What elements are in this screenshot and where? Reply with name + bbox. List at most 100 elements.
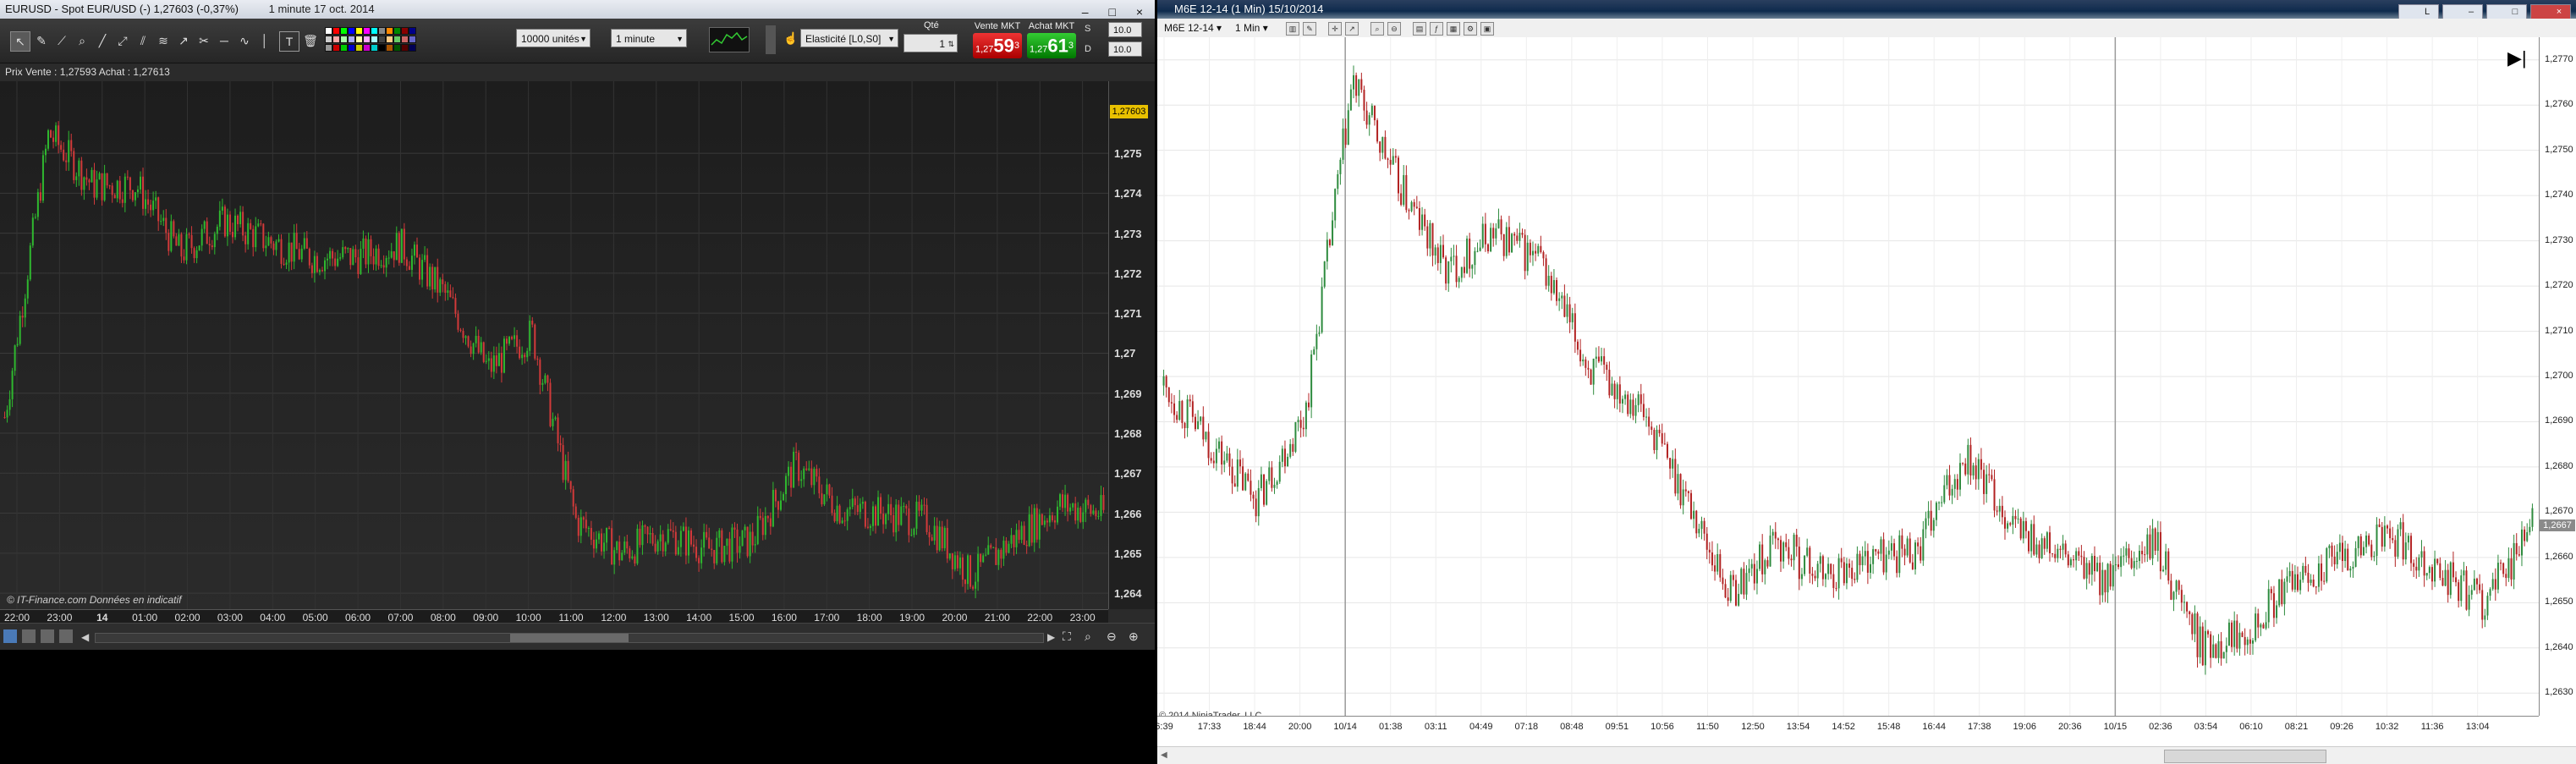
hand-icon[interactable]: ☝	[782, 29, 800, 47]
left-price-axis[interactable]: 1,275 1,274 1,273 1,272 1,271 1,27 1,269 1,268 1…	[1108, 81, 1155, 609]
scroll-right-icon[interactable]: ▶	[1047, 631, 1055, 643]
right-time-axis[interactable]: 6:39 17:33 18:44 20:00 10/14 01:38 03:11 04:49 0…	[1157, 716, 2539, 747]
price-bar-body	[608, 527, 611, 529]
price-bar-body	[2507, 558, 2510, 579]
go-to-last-bar-icon[interactable]: ▶|	[2507, 47, 2527, 69]
right-scrollbar[interactable]: ◀	[1157, 746, 2576, 764]
mini-chart-icon[interactable]	[709, 27, 750, 52]
price-bar-body	[1226, 453, 1228, 461]
elasticity-select[interactable]: Elasticité [L0,S0] ▼	[800, 29, 898, 47]
d-input[interactable]: 10.0	[1108, 41, 1142, 57]
price-bar-body	[1410, 201, 1413, 212]
quantity-units-select[interactable]: 10000 unités ▼	[516, 29, 590, 47]
crosshair-icon[interactable]: ✛	[1328, 22, 1342, 36]
pointer-icon[interactable]: ↗	[1345, 22, 1359, 36]
horizontal-line-icon[interactable]: ─	[215, 31, 233, 50]
price-bar-body	[2144, 554, 2146, 556]
price-bar-body	[1585, 359, 1587, 368]
bar-type-icon[interactable]: ▥	[1286, 22, 1299, 36]
price-bar-body	[395, 233, 398, 261]
left-interval-title: 1 minute 17 oct. 2014	[268, 3, 375, 15]
timeframe-select[interactable]: 1 minute ▼	[611, 29, 687, 47]
zoom-icon[interactable]: ⌕	[1370, 22, 1384, 36]
price-bar-body	[2201, 626, 2204, 666]
wave-tool-icon[interactable]: ∿	[235, 31, 254, 50]
left-price-chart[interactable]	[0, 81, 1108, 609]
trash-icon[interactable]: 🗑	[301, 31, 320, 50]
right-window-controls[interactable]: L – □ ×	[2395, 2, 2571, 20]
price-bar-body	[621, 552, 623, 561]
price-bar-body	[354, 249, 357, 258]
right-price-axis[interactable]: 1,2770 1,2760 1,2750 1,2740 1,2730 1,2720 1,27…	[2539, 37, 2576, 716]
price-bar-body	[936, 525, 938, 551]
zoom-fit-icon[interactable]: ⛶	[1063, 629, 1078, 645]
channel-tool-icon[interactable]: ⫽	[134, 31, 152, 50]
buy-market-button[interactable]: Achat MKT 1,27613	[1025, 19, 1078, 63]
price-bar-body	[846, 509, 849, 521]
vertical-line-icon[interactable]: │	[255, 31, 274, 50]
price-bar-body	[941, 526, 943, 548]
price-bar-body	[285, 262, 288, 265]
draw-tool-icon[interactable]: ✎	[1303, 22, 1316, 36]
price-bar-body	[923, 504, 925, 506]
right-price-chart[interactable]	[1157, 37, 2539, 716]
data-box-icon[interactable]: ▤	[1413, 22, 1426, 36]
ray-tool-icon[interactable]: ⤢	[113, 31, 132, 50]
price-bar-body	[375, 248, 377, 265]
zoom-range-icon[interactable]: ⌕	[1085, 629, 1100, 645]
layout-icon[interactable]	[59, 629, 73, 643]
magnifier-icon[interactable]: ⌕	[73, 31, 91, 50]
line-tool-icon[interactable]: ╱	[93, 31, 112, 50]
price-bar-body	[1048, 515, 1051, 523]
y-tick-label: 1,264	[1114, 587, 1142, 601]
price-info: Prix Vente : 1,27593 Achat : 1,27613	[5, 66, 170, 78]
scrollbar-thumb[interactable]	[510, 634, 629, 642]
price-bar-body	[2080, 555, 2083, 558]
price-bar-body	[2349, 569, 2352, 571]
timeframe-value: 1 minute	[616, 33, 656, 45]
price-bar-body	[2302, 565, 2304, 580]
color-palette[interactable]	[325, 27, 494, 54]
arrow-tool-icon[interactable]: ↗	[174, 31, 193, 50]
right-chart-area[interactable]	[1157, 37, 2539, 716]
fibonacci-icon[interactable]: ≋	[154, 31, 173, 50]
price-bar-body	[344, 247, 347, 250]
price-bar-body	[1025, 545, 1028, 547]
price-bar-body	[1028, 514, 1030, 547]
interval-select[interactable]: 1 Min ▾	[1235, 21, 1268, 35]
scrollbar-thumb[interactable]	[2164, 750, 2326, 763]
sell-market-button[interactable]: Vente MKT 1,27593	[971, 19, 1024, 63]
template-icon[interactable]: ▣	[1480, 22, 1494, 36]
scroll-left-icon[interactable]: ◀	[1161, 750, 1167, 760]
price-bar-body	[1788, 547, 1790, 559]
chart-type-icon[interactable]	[3, 629, 17, 643]
left-time-axis[interactable]: 22:00 23:00 14 01:00 02:00 03:00 04:00 05:00 06:…	[0, 609, 1108, 624]
time-scrollbar[interactable]	[95, 633, 1044, 643]
pencil-icon[interactable]: ✎	[32, 31, 51, 50]
trendline-tool-icon[interactable]: ⟋	[52, 31, 71, 50]
zoom-out-icon[interactable]: ⊖	[1387, 22, 1401, 36]
properties-icon[interactable]: ⚙	[1464, 22, 1477, 36]
cursor-icon[interactable]: ↖	[10, 31, 30, 52]
price-bar-body	[426, 255, 429, 287]
quantity-input[interactable]: 1 ⇅	[904, 34, 958, 52]
tools-icon[interactable]: ✂	[195, 31, 213, 50]
price-bar-body	[2473, 578, 2475, 591]
strategies-icon[interactable]: ▦	[1447, 22, 1460, 36]
indicators-icon[interactable]: ƒ	[1430, 22, 1443, 36]
right-last-price-label: 1,2667	[2540, 519, 2575, 532]
price-bar-body	[756, 515, 759, 545]
left-chart-area[interactable]	[0, 81, 1108, 609]
scroll-left-icon[interactable]: ◀	[81, 631, 89, 643]
text-tool-icon[interactable]: T	[279, 31, 299, 52]
list-icon[interactable]	[22, 629, 36, 643]
grid-icon[interactable]	[41, 629, 54, 643]
s-input[interactable]: 10.0	[1108, 22, 1142, 37]
zoom-out-icon[interactable]: ⊖	[1107, 629, 1122, 645]
price-bar-body	[1854, 579, 1856, 580]
price-bar-body	[142, 176, 145, 209]
price-bar-body	[1561, 295, 1563, 299]
zoom-in-icon[interactable]: ⊕	[1129, 629, 1144, 645]
instrument-select[interactable]: M6E 12-14 ▾	[1164, 21, 1222, 35]
price-bar-body	[1552, 280, 1555, 294]
